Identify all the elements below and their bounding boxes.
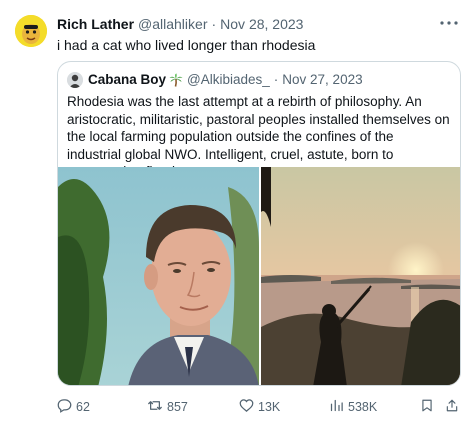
- repost-button[interactable]: 857: [147, 397, 188, 417]
- quote-author-avatar[interactable]: [67, 72, 83, 88]
- heart-icon: [239, 398, 258, 416]
- quote-header: Cabana Boy @Alkibiades_ · Nov 27, 2023: [67, 72, 452, 88]
- views-chart-icon: [329, 398, 348, 416]
- quote-author-handle[interactable]: @Alkibiades_: [187, 72, 270, 88]
- bookmark-button[interactable]: [420, 397, 438, 417]
- repost-count: 857: [167, 400, 188, 414]
- reply-count: 62: [76, 400, 90, 414]
- bookmark-icon: [420, 398, 438, 416]
- action-bar: 62 857 13K 538K: [57, 397, 461, 417]
- quoted-tweet[interactable]: Cabana Boy @Alkibiades_ · Nov 27, 2023 R…: [57, 61, 461, 386]
- tweet-date[interactable]: Nov 28, 2023: [220, 16, 303, 33]
- tweet-text: i had a cat who lived longer than rhodes…: [57, 37, 316, 53]
- tweet[interactable]: Rich Lather @allahliker · Nov 28, 2023 i…: [0, 0, 474, 424]
- repost-icon: [147, 398, 167, 416]
- separator-dot: ·: [211, 16, 217, 32]
- quote-separator-dot: ·: [273, 72, 279, 87]
- author-name[interactable]: Rich Lather: [57, 16, 134, 33]
- like-button[interactable]: 13K: [239, 397, 280, 417]
- author-avatar[interactable]: [15, 15, 47, 47]
- like-count: 13K: [258, 400, 281, 414]
- quote-photos: [58, 167, 460, 385]
- tweet-header: Rich Lather @allahliker · Nov 28, 2023: [57, 16, 434, 33]
- views-count: 538K: [348, 400, 378, 414]
- views-button[interactable]: 538K: [329, 397, 377, 417]
- reply-icon: [57, 398, 76, 416]
- more-dots-icon[interactable]: [438, 14, 460, 32]
- reply-button[interactable]: 62: [57, 397, 90, 417]
- share-icon: [445, 398, 463, 416]
- photo-portrait[interactable]: [58, 167, 259, 385]
- author-handle[interactable]: @allahliker: [138, 16, 207, 33]
- quote-date[interactable]: Nov 27, 2023: [282, 72, 362, 88]
- share-button[interactable]: [445, 397, 463, 417]
- photo-sunset-soldier[interactable]: [261, 167, 460, 385]
- palm-tree-emoji-icon: [169, 73, 183, 87]
- quote-author-name[interactable]: Cabana Boy: [88, 72, 166, 88]
